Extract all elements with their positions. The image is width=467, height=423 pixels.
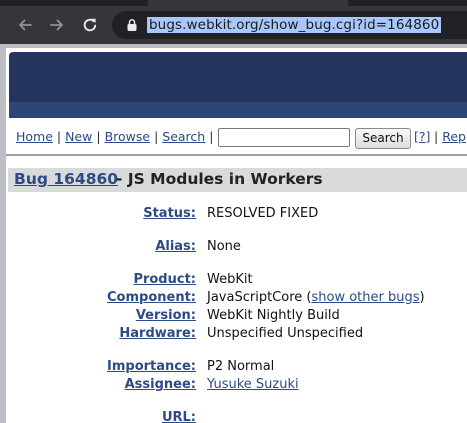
help-link[interactable]: [?] [414, 129, 430, 144]
address-bar[interactable]: bugs.webkit.org/show_bug.cgi?id=164860 [112, 11, 467, 39]
status-label[interactable]: Status: [143, 206, 196, 221]
bug-title-bar: Bug 164860 - JS Modules in Workers [8, 168, 467, 192]
nav-home-link[interactable]: Home [16, 129, 53, 144]
component-label[interactable]: Component: [107, 290, 196, 305]
banner-strip [9, 102, 467, 118]
product-label[interactable]: Product: [133, 272, 196, 287]
product-label-text: Product [133, 272, 191, 287]
url-label[interactable]: URL: [162, 410, 196, 423]
reload-icon [83, 18, 97, 32]
back-button[interactable] [14, 14, 36, 36]
separator: | [209, 129, 214, 144]
component-value: JavaScriptCore (show other bugs) [207, 290, 425, 305]
url-text[interactable]: bugs.webkit.org/show_bug.cgi?id=164860 [147, 17, 442, 33]
lock-icon[interactable] [125, 18, 139, 32]
hardware-value: Unspecified Unspecified [207, 326, 364, 341]
importance-label[interactable]: Importance: [107, 359, 196, 374]
version-value: WebKit Nightly Build [207, 308, 340, 323]
component-label-text: Component [107, 290, 191, 305]
nav-browse-link[interactable]: Browse [105, 129, 151, 144]
assignee-link[interactable]: Yusuke Suzuki [207, 377, 299, 392]
separator: | [96, 129, 101, 144]
assignee-value: Yusuke Suzuki [207, 377, 299, 392]
url-label-text: URL [161, 410, 191, 423]
alias-label-text: Alias [155, 239, 191, 254]
browser-viewport: Home | New | Browse | Search | Search [?… [0, 44, 467, 423]
hardware-label[interactable]: Hardware: [119, 326, 196, 341]
header-divider [6, 154, 467, 156]
browser-toolbar: bugs.webkit.org/show_bug.cgi?id=164860 [0, 6, 467, 44]
bug-summary: - JS Modules in Workers [116, 170, 323, 188]
importance-label-text: Importance [107, 359, 191, 374]
status-label-text: Status [143, 206, 191, 221]
reports-link[interactable]: Rep [442, 129, 466, 144]
alias-value: None [207, 239, 241, 254]
separator: | [434, 129, 439, 144]
hardware-label-text: Hardware [119, 326, 191, 341]
product-value: WebKit [207, 272, 253, 287]
status-value: RESOLVED FIXED [207, 206, 319, 221]
nav-search-link[interactable]: Search [162, 129, 205, 144]
component-value-text: JavaScriptCore [207, 290, 303, 305]
reload-button[interactable] [79, 14, 101, 36]
bugzilla-page: Home | New | Browse | Search | Search [?… [6, 48, 467, 423]
nav-links-bar: Home | New | Browse | Search | Search [?… [6, 126, 467, 149]
assignee-label-text: Assignee [124, 377, 191, 392]
separator: | [56, 129, 62, 144]
show-other-bugs-link[interactable]: show other bugs [311, 290, 419, 305]
version-label[interactable]: Version: [136, 308, 196, 323]
separator: | [154, 129, 159, 144]
assignee-label[interactable]: Assignee: [125, 377, 196, 392]
arrow-right-icon [50, 19, 63, 31]
paren-close: ) [419, 290, 425, 305]
alias-label[interactable]: Alias: [155, 239, 196, 254]
version-label-text: Version [135, 308, 191, 323]
arrow-left-icon [19, 19, 32, 31]
forward-button[interactable] [46, 14, 68, 36]
nav-new-link[interactable]: New [65, 129, 92, 144]
site-banner [9, 52, 467, 102]
search-button[interactable]: Search [355, 128, 411, 149]
importance-value: P2 Normal [207, 359, 275, 374]
reports-link-partial: | Rep [434, 129, 466, 144]
quick-search-input[interactable] [218, 128, 350, 147]
bug-id-link[interactable]: Bug 164860 [14, 170, 118, 188]
